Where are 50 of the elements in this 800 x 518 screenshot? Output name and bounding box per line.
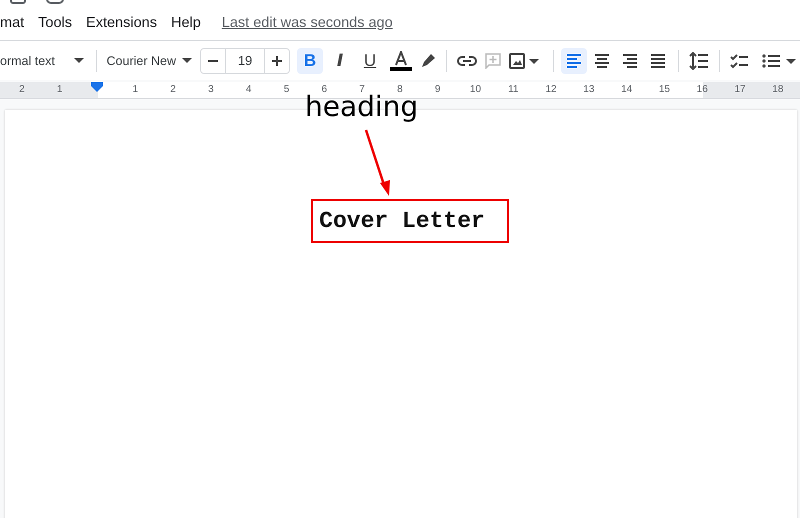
align-left-icon[interactable]: [564, 52, 583, 70]
ruler-number: 7: [359, 83, 365, 95]
ruler-number: 10: [468, 83, 482, 97]
font-dropdown[interactable]: Courier New: [106, 54, 192, 68]
caret-icon[interactable]: [74, 58, 84, 63]
link-icon[interactable]: [456, 56, 477, 66]
ruler-number: 11: [507, 83, 520, 97]
ruler-number: 16: [696, 83, 709, 97]
font-size-field[interactable]: 19: [225, 48, 266, 72]
ruler-number: 5: [282, 83, 290, 97]
menu-item[interactable]: mat: [0, 15, 32, 31]
underline-button[interactable]: U: [357, 48, 383, 74]
caret-icon[interactable]: [182, 58, 192, 63]
plus-icon[interactable]: [272, 56, 282, 66]
minus-icon[interactable]: [208, 60, 218, 62]
ruler-number: 17: [733, 83, 747, 97]
ruler-number: 18: [771, 83, 784, 97]
ruler-number: 6: [321, 83, 328, 95]
ruler-number: 1: [56, 83, 64, 97]
align-justify-icon[interactable]: [648, 52, 667, 70]
bulleted-list-dropdown-icon[interactable]: [762, 52, 796, 68]
ruler-number: 13: [582, 83, 596, 97]
menu-item[interactable]: Extensions: [79, 15, 164, 31]
italic-button[interactable]: I: [327, 48, 354, 74]
ruler-number: 2: [18, 83, 26, 97]
align-right-icon[interactable]: [620, 52, 639, 70]
indent-marker-icon[interactable]: [91, 82, 104, 92]
align-center-icon[interactable]: [592, 52, 611, 70]
checklist-icon[interactable]: [730, 52, 748, 68]
ruler-number: 1: [132, 83, 140, 97]
last-edit-link[interactable]: Last edit was seconds ago: [222, 15, 393, 31]
ruler-number: 8: [397, 83, 403, 95]
style-dropdown[interactable]: ormal text: [0, 54, 84, 68]
highlighter-icon[interactable]: [420, 52, 436, 68]
menu-item[interactable]: Tools: [31, 15, 80, 31]
ruler-number: 15: [658, 83, 671, 97]
line-spacing-icon[interactable]: [688, 52, 709, 70]
ruler-number: 4: [244, 83, 252, 97]
align-left-button[interactable]: [560, 48, 587, 74]
ruler-number: 2: [169, 83, 177, 97]
bold-button[interactable]: B: [297, 48, 324, 74]
menu-item[interactable]: Help: [164, 15, 208, 31]
ruler-number: 14: [620, 83, 634, 97]
image-dropdown-icon[interactable]: [508, 52, 539, 68]
text-color-icon[interactable]: [390, 50, 412, 70]
ruler-number: 9: [434, 83, 442, 97]
document-heading: Cover Letter: [311, 199, 509, 243]
ruler-number: 12: [544, 83, 558, 97]
ruler-number: 3: [207, 83, 215, 97]
font-size-control[interactable]: 19: [200, 48, 290, 74]
